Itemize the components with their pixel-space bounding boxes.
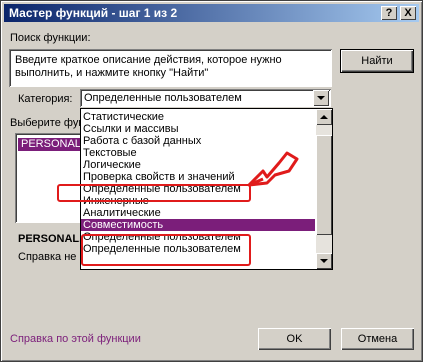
search-label: Поиск функции: — [10, 32, 91, 44]
find-button[interactable]: Найти — [340, 49, 414, 73]
annotation-box-1 — [57, 184, 251, 202]
dropdown-item[interactable]: Статистические — [81, 111, 315, 123]
help-link[interactable]: Справка по этой функции — [10, 333, 141, 345]
annotation-box-2 — [81, 234, 251, 266]
function-list[interactable]: PERSONAL.. — [15, 133, 83, 223]
chevron-up-icon — [320, 115, 328, 119]
scroll-thumb[interactable] — [316, 135, 332, 235]
title-bar: Мастер функций - шаг 1 из 2 ? X — [4, 4, 419, 22]
close-button[interactable]: X — [400, 6, 416, 20]
dialog-title: Мастер функций - шаг 1 из 2 — [9, 6, 178, 20]
ok-button[interactable]: OK — [258, 328, 331, 350]
category-dropdown-button[interactable] — [313, 90, 329, 106]
scroll-down-button[interactable] — [316, 253, 332, 269]
search-input[interactable]: Введите краткое описание действия, котор… — [9, 49, 332, 87]
dropdown-item[interactable]: Ссылки и массивы — [81, 123, 315, 135]
pen-annotation-icon — [247, 151, 299, 187]
select-function-label: Выберите фун — [10, 117, 85, 129]
category-label: Категория: — [18, 93, 73, 105]
function-description: Справка не — [18, 251, 77, 263]
function-wizard-dialog: Мастер функций - шаг 1 из 2 ? X Поиск фу… — [0, 0, 423, 362]
chevron-down-icon — [317, 96, 325, 100]
cancel-button[interactable]: Отмена — [341, 328, 414, 350]
function-list-item[interactable]: PERSONAL.. — [18, 138, 80, 151]
help-button[interactable]: ? — [381, 6, 397, 20]
dropdown-item[interactable]: Аналитические — [81, 207, 315, 219]
scroll-up-button[interactable] — [316, 109, 332, 125]
category-selected-value: Определенные пользователем — [84, 92, 242, 104]
category-select[interactable]: Определенные пользователем — [80, 89, 331, 107]
dropdown-scrollbar[interactable] — [316, 109, 332, 269]
search-input-text: Введите краткое описание действия, котор… — [15, 54, 282, 79]
dropdown-item[interactable]: Совместимость — [81, 219, 315, 231]
chevron-down-icon — [320, 259, 328, 263]
function-name: PERSONAL. — [18, 233, 83, 245]
dropdown-item[interactable]: Работа с базой данных — [81, 135, 315, 147]
